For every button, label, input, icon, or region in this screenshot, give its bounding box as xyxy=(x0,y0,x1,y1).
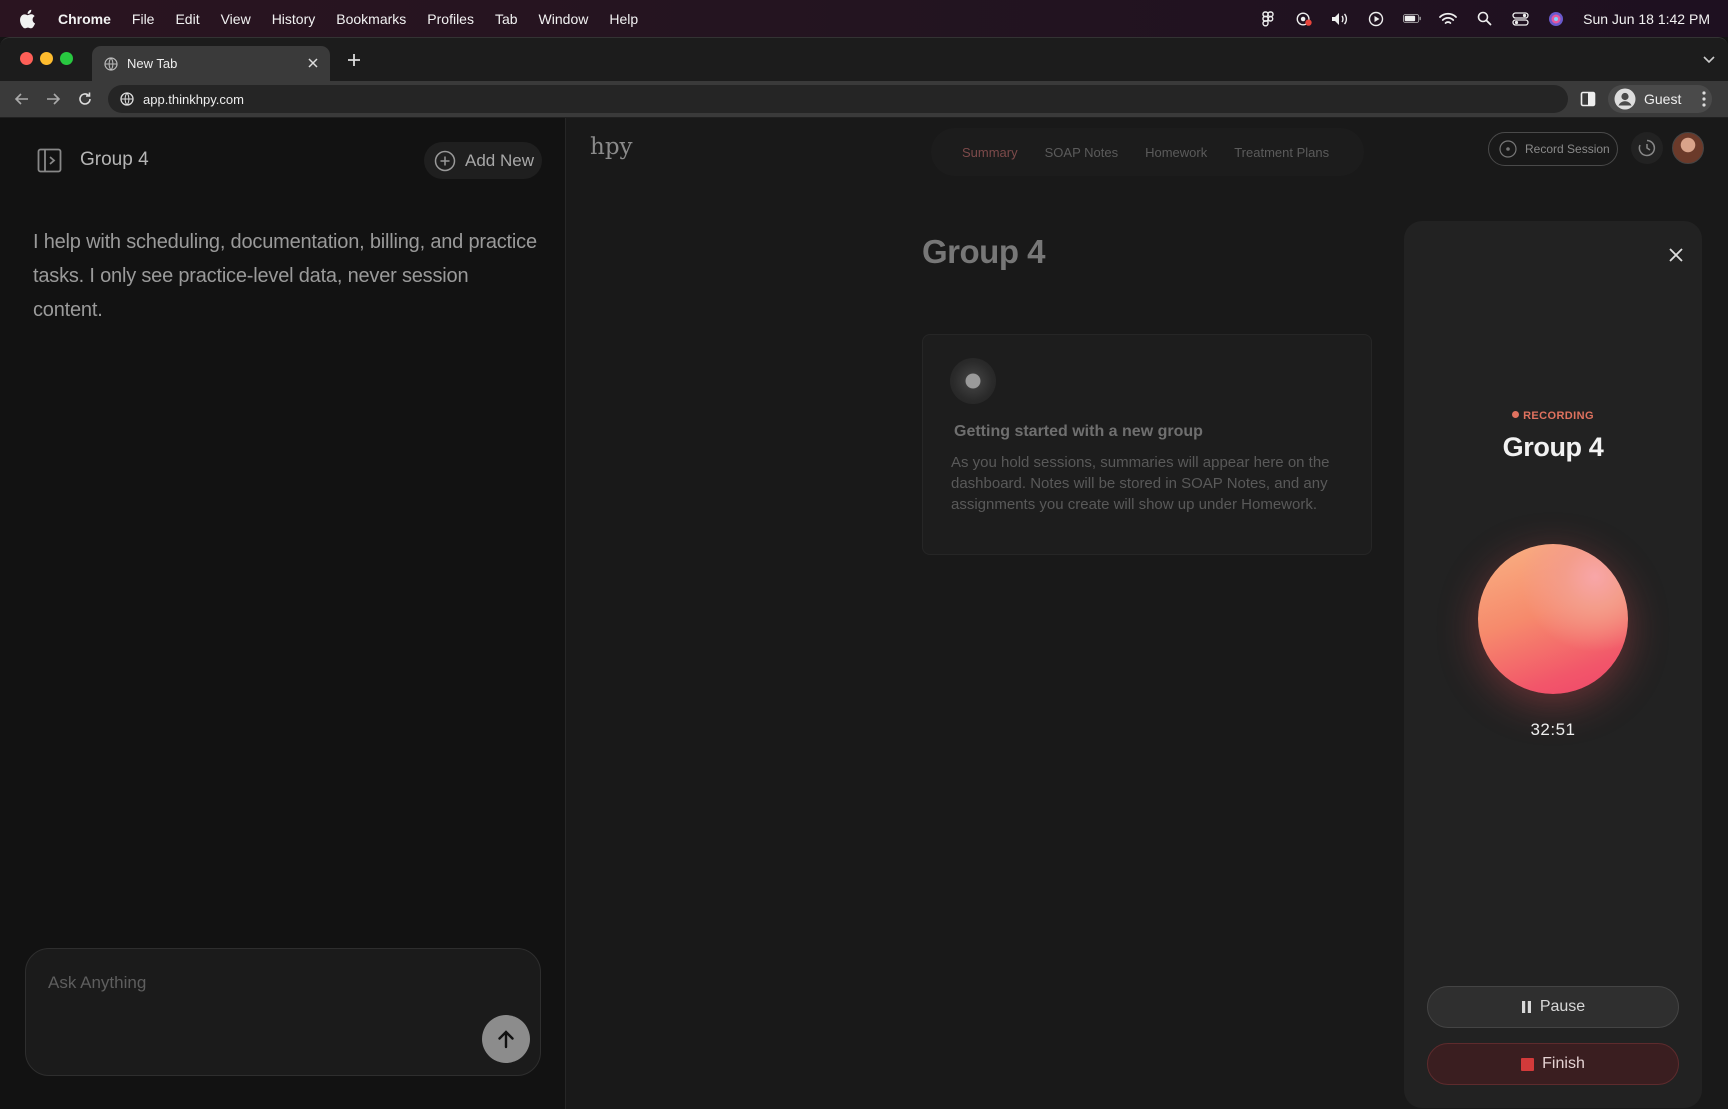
close-tab-icon[interactable] xyxy=(306,56,320,70)
menu-tab[interactable]: Tab xyxy=(495,11,518,27)
record-session-button[interactable]: Record Session xyxy=(1488,132,1618,166)
card-body: As you hold sessions, summaries will app… xyxy=(951,454,1330,513)
card-orb-graphic xyxy=(950,358,996,404)
getting-started-card: Getting started with a new group As you … xyxy=(922,334,1372,555)
pause-label: Pause xyxy=(1539,998,1586,1015)
browser-window: New Tab app.thinkhpy.com Guest Group 4 A… xyxy=(0,37,1728,1109)
brand-logo[interactable]: hpy xyxy=(590,134,633,160)
ask-input[interactable] xyxy=(48,971,448,995)
browser-toolbar: app.thinkhpy.com Guest xyxy=(0,81,1728,117)
status-area: Sun Jun 18 1:42 PM xyxy=(1259,0,1710,37)
assistant-sidebar: Group 4 Add New I help with scheduling, … xyxy=(0,118,566,1109)
recording-panel: RECORDING Group 4 32:51 Pause Finish xyxy=(1404,221,1702,1108)
reload-icon[interactable] xyxy=(76,90,94,108)
user-avatar[interactable] xyxy=(1672,132,1704,164)
menu-profiles[interactable]: Profiles xyxy=(427,11,474,27)
add-new-label: Add New xyxy=(465,150,534,170)
arrow-up-icon xyxy=(498,1030,514,1049)
menu-view[interactable]: View xyxy=(221,11,251,27)
recording-status-label: RECORDING xyxy=(1523,410,1594,422)
browser-tab[interactable]: New Tab xyxy=(92,46,330,81)
url-text: app.thinkhpy.com xyxy=(143,91,244,107)
record-icon xyxy=(1499,140,1517,158)
back-arrow-icon[interactable] xyxy=(13,90,31,108)
recording-timer: 32:51 xyxy=(1530,720,1576,739)
plus-circle-icon xyxy=(434,150,456,171)
record-session-label: Record Session xyxy=(1525,142,1610,156)
tab-summary[interactable]: Summary xyxy=(962,145,1018,160)
screen-record-icon[interactable] xyxy=(1295,11,1313,27)
new-tab-icon[interactable] xyxy=(346,52,362,68)
macos-menu-bar: Chrome File Edit View History Bookmarks … xyxy=(0,0,1728,37)
control-center-icon[interactable] xyxy=(1511,11,1529,27)
chevron-down-icon[interactable] xyxy=(1702,54,1716,64)
web-page: Group 4 Add New I help with scheduling, … xyxy=(0,118,1728,1109)
window-zoom-button[interactable] xyxy=(60,52,73,65)
recording-dot-icon xyxy=(1512,411,1520,418)
finish-label: Finish xyxy=(1542,1055,1585,1072)
tab-strip: New Tab xyxy=(0,38,1728,81)
figma-icon[interactable] xyxy=(1259,10,1277,27)
stop-icon xyxy=(1521,1057,1535,1071)
history-icon xyxy=(1638,139,1656,157)
menu-chrome[interactable]: Chrome xyxy=(58,11,111,27)
menubar-clock[interactable]: Sun Jun 18 1:42 PM xyxy=(1583,11,1710,27)
apple-icon[interactable] xyxy=(18,9,36,29)
sidebar-toggle-icon[interactable] xyxy=(37,148,62,173)
menu-history[interactable]: History xyxy=(272,11,316,27)
recording-title: Group 4 xyxy=(1502,432,1604,462)
menu-edit[interactable]: Edit xyxy=(175,11,199,27)
tab-title: New Tab xyxy=(127,56,178,71)
spotlight-search-icon[interactable] xyxy=(1475,11,1493,27)
more-menu-icon[interactable] xyxy=(1701,90,1707,108)
send-button[interactable] xyxy=(482,1015,530,1063)
ask-box xyxy=(25,948,541,1076)
side-panel-icon[interactable] xyxy=(1580,91,1596,107)
menu-window[interactable]: Window xyxy=(539,11,589,27)
window-close-button[interactable] xyxy=(20,52,33,65)
page-title: Group 4 xyxy=(922,233,1046,270)
sidebar-title: Group 4 xyxy=(80,149,149,170)
recording-status: RECORDING xyxy=(1404,410,1702,422)
pause-button[interactable]: Pause xyxy=(1427,986,1679,1028)
history-button[interactable] xyxy=(1631,132,1663,164)
finish-button[interactable]: Finish xyxy=(1427,1043,1679,1085)
close-icon[interactable] xyxy=(1668,247,1684,263)
battery-icon[interactable] xyxy=(1403,11,1421,27)
card-title: Getting started with a new group xyxy=(954,423,1203,440)
tab-soap-notes[interactable]: SOAP Notes xyxy=(1045,145,1118,160)
address-bar[interactable]: app.thinkhpy.com xyxy=(108,85,1568,113)
menu-help[interactable]: Help xyxy=(609,11,638,27)
guest-avatar-icon xyxy=(1614,88,1636,110)
menu-file[interactable]: File xyxy=(132,11,155,27)
main-tabs: Summary SOAP Notes Homework Treatment Pl… xyxy=(931,128,1364,176)
profile-button[interactable]: Guest xyxy=(1608,85,1712,113)
menu-bookmarks[interactable]: Bookmarks xyxy=(336,11,406,27)
siri-icon[interactable] xyxy=(1547,11,1565,27)
play-icon[interactable] xyxy=(1367,11,1385,27)
pause-icon xyxy=(1521,1001,1531,1013)
volume-icon[interactable] xyxy=(1331,11,1349,27)
site-info-icon[interactable] xyxy=(120,92,134,106)
profile-label: Guest xyxy=(1644,91,1682,107)
forward-arrow-icon[interactable] xyxy=(44,90,62,108)
assistant-intro-text: I help with scheduling, documentation, b… xyxy=(33,231,537,321)
window-minimize-button[interactable] xyxy=(40,52,53,65)
recording-orb xyxy=(1478,544,1628,694)
wifi-icon[interactable] xyxy=(1439,11,1458,27)
tab-treatment-plans[interactable]: Treatment Plans xyxy=(1234,145,1329,160)
tab-homework[interactable]: Homework xyxy=(1145,145,1207,160)
globe-icon xyxy=(104,56,118,71)
add-new-button[interactable]: Add New xyxy=(424,142,542,179)
